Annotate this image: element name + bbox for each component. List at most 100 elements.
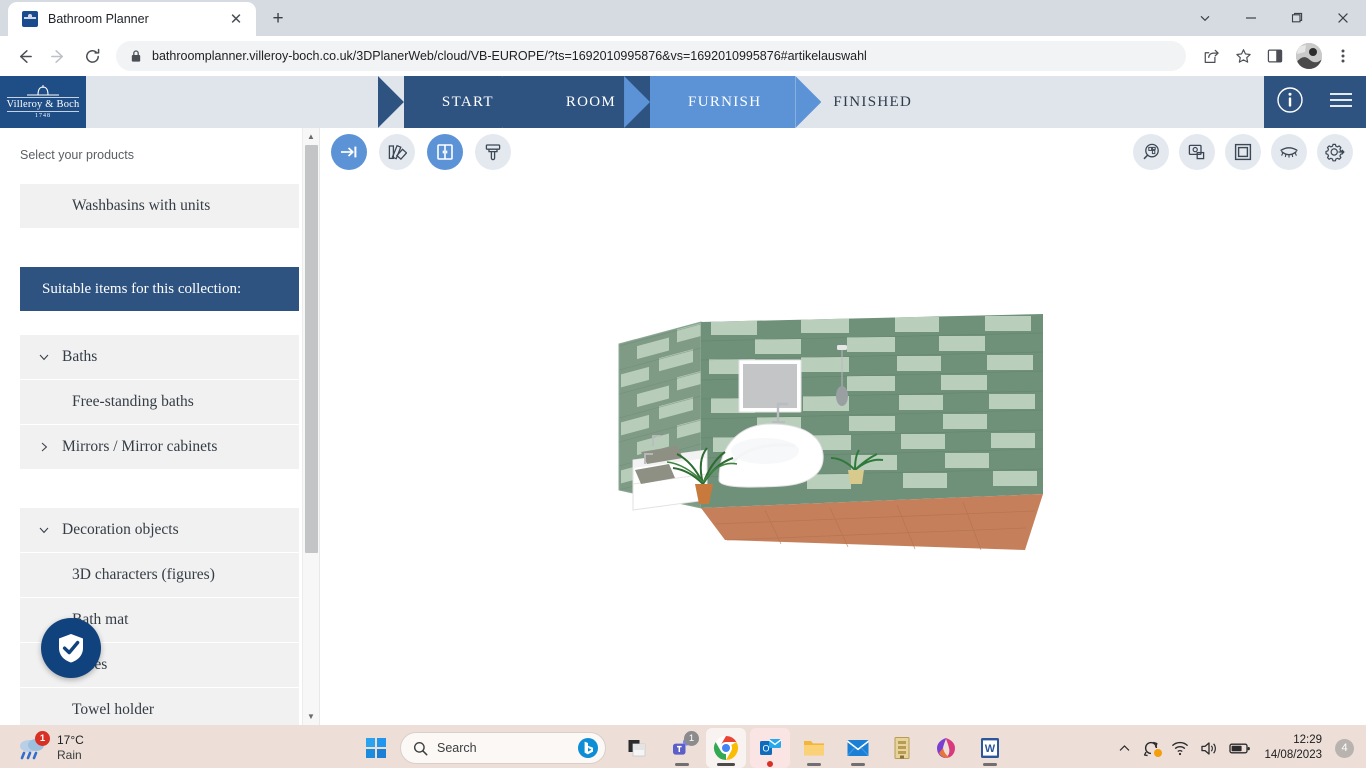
clock-date: 14/08/2023 bbox=[1264, 749, 1322, 761]
taskbar-search[interactable]: Search bbox=[400, 732, 606, 764]
shield-check-icon[interactable] bbox=[41, 618, 101, 678]
taskbar-center: Search 1 O W bbox=[356, 728, 1010, 768]
step-finished[interactable]: FINISHED bbox=[795, 76, 946, 128]
weather-widget[interactable]: 1 17°C Rain bbox=[0, 731, 230, 763]
sidebar-group-mirrors[interactable]: Mirrors / Mirror cabinets bbox=[20, 425, 299, 470]
sidebar-item-3d-characters[interactable]: 3D characters (figures) bbox=[20, 553, 299, 598]
back-icon[interactable] bbox=[8, 40, 40, 72]
tab-favicon bbox=[22, 11, 38, 27]
chrome-icon[interactable] bbox=[706, 728, 746, 768]
screenshot-icon[interactable] bbox=[1179, 134, 1215, 170]
running-indicator bbox=[807, 763, 821, 766]
settings-gear-icon[interactable] bbox=[1317, 134, 1353, 170]
profile-avatar[interactable] bbox=[1296, 43, 1322, 69]
clock-time: 12:29 bbox=[1293, 734, 1322, 747]
mail-icon[interactable] bbox=[838, 728, 878, 768]
close-window-icon[interactable] bbox=[1320, 0, 1366, 36]
tab-search-icon[interactable] bbox=[1182, 0, 1228, 36]
sidebar-group-decoration-objects[interactable]: Decoration objects bbox=[20, 508, 299, 553]
teams-badge: 1 bbox=[684, 731, 699, 746]
chevron-down-icon bbox=[38, 351, 50, 363]
file-explorer-icon[interactable] bbox=[794, 728, 834, 768]
sidebar-group-label: Decoration objects bbox=[62, 521, 179, 538]
logo-arch-icon bbox=[27, 85, 59, 96]
sidebar-item-washbasins[interactable]: Washbasins with units bbox=[20, 184, 299, 229]
floorplan-search-icon[interactable] bbox=[1133, 134, 1169, 170]
taskbar-clock[interactable]: 12:29 14/08/2023 bbox=[1264, 733, 1322, 763]
pendant-lamp-shade bbox=[836, 386, 848, 406]
sidebar-item-towel-holder[interactable]: Towel holder bbox=[20, 688, 299, 725]
logo-year: 1748 bbox=[35, 113, 51, 119]
browser-tab-strip: Bathroom Planner ✕ + bbox=[0, 0, 1366, 36]
wifi-icon[interactable] bbox=[1171, 741, 1189, 756]
cabinet-icon[interactable] bbox=[427, 134, 463, 170]
canvas-toolbar-left bbox=[331, 134, 511, 170]
chevron-down-icon bbox=[38, 524, 50, 536]
eye-view-icon[interactable] bbox=[1271, 134, 1307, 170]
step-furnish[interactable]: FURNISH bbox=[650, 76, 796, 128]
task-view-icon[interactable] bbox=[618, 728, 658, 768]
notification-badge[interactable]: 4 bbox=[1335, 738, 1354, 758]
windows-taskbar: 1 17°C Rain Search 1 O W 12:29 14/08/202… bbox=[0, 725, 1366, 768]
window-controls bbox=[1182, 0, 1366, 36]
running-indicator bbox=[851, 763, 865, 766]
hamburger-menu-icon[interactable] bbox=[1328, 90, 1354, 115]
minimize-icon[interactable] bbox=[1228, 0, 1274, 36]
small-plant-pot bbox=[848, 470, 864, 484]
search-placeholder: Search bbox=[437, 741, 477, 755]
outlook-icon[interactable]: O bbox=[750, 728, 790, 768]
sidebar-scrollbar[interactable]: ▲ ▼ bbox=[302, 128, 319, 725]
weather-badge: 1 bbox=[35, 731, 50, 746]
share-icon[interactable] bbox=[1196, 41, 1226, 71]
teams-icon[interactable]: 1 bbox=[662, 728, 702, 768]
url-text: bathroomplanner.villeroy-boch.co.uk/3DPl… bbox=[152, 49, 867, 63]
paint-brush-icon[interactable] bbox=[475, 134, 511, 170]
reload-icon[interactable] bbox=[76, 40, 108, 72]
close-icon[interactable]: ✕ bbox=[226, 9, 246, 29]
windows-start-icon[interactable] bbox=[356, 728, 396, 768]
scroll-up-icon[interactable]: ▲ bbox=[303, 128, 319, 145]
maximize-icon[interactable] bbox=[1274, 0, 1320, 36]
battery-icon[interactable] bbox=[1229, 742, 1251, 755]
word-icon[interactable]: W bbox=[970, 728, 1010, 768]
scroll-down-icon[interactable]: ▼ bbox=[303, 708, 319, 725]
search-icon bbox=[413, 741, 428, 755]
browser-tab[interactable]: Bathroom Planner ✕ bbox=[8, 2, 256, 36]
logo-brand: Villeroy & Boch bbox=[6, 97, 80, 112]
address-bar[interactable]: bathroomplanner.villeroy-boch.co.uk/3DPl… bbox=[116, 41, 1186, 71]
planner-canvas[interactable] bbox=[320, 128, 1366, 725]
product-sidebar: Select your products Washbasins with uni… bbox=[0, 128, 320, 725]
step-spacer-end bbox=[946, 76, 1264, 128]
bookmark-star-icon[interactable] bbox=[1228, 41, 1258, 71]
system-tray: 12:29 14/08/2023 4 bbox=[1118, 725, 1366, 768]
bathroom-3d-render[interactable] bbox=[615, 312, 1045, 552]
new-tab-button[interactable]: + bbox=[264, 5, 292, 33]
canvas-toolbar-right bbox=[1133, 134, 1353, 170]
info-icon[interactable] bbox=[1276, 86, 1304, 119]
onedrive-sync-icon[interactable] bbox=[1142, 739, 1163, 757]
material-samples-icon[interactable] bbox=[379, 134, 415, 170]
forward-icon[interactable] bbox=[42, 40, 74, 72]
volume-icon[interactable] bbox=[1200, 741, 1218, 756]
archive-app-icon[interactable] bbox=[882, 728, 922, 768]
sidebar-heading: Select your products bbox=[20, 148, 134, 162]
microsoft-365-icon[interactable] bbox=[926, 728, 966, 768]
weather-temperature: 17°C bbox=[57, 733, 84, 747]
villeroy-boch-logo[interactable]: Villeroy & Boch 1748 bbox=[0, 76, 86, 128]
side-panel-icon[interactable] bbox=[1260, 41, 1290, 71]
browser-toolbar: bathroomplanner.villeroy-boch.co.uk/3DPl… bbox=[0, 36, 1366, 76]
frame-icon[interactable] bbox=[1225, 134, 1261, 170]
scrollbar-thumb[interactable] bbox=[305, 145, 318, 553]
arrow-to-line-icon[interactable] bbox=[331, 134, 367, 170]
svg-text:W: W bbox=[985, 743, 996, 755]
sync-status-dot bbox=[1154, 749, 1163, 757]
bing-chat-icon[interactable] bbox=[577, 737, 599, 759]
main-area: Select your products Washbasins with uni… bbox=[0, 128, 1366, 725]
chevron-up-icon[interactable] bbox=[1118, 742, 1131, 755]
sidebar-group-label: Mirrors / Mirror cabinets bbox=[62, 438, 218, 455]
sidebar-group-baths[interactable]: Baths bbox=[20, 335, 299, 380]
chrome-menu-icon[interactable] bbox=[1328, 41, 1358, 71]
tab-title: Bathroom Planner bbox=[48, 12, 149, 26]
sidebar-item-free-standing-baths[interactable]: Free-standing baths bbox=[20, 380, 299, 425]
